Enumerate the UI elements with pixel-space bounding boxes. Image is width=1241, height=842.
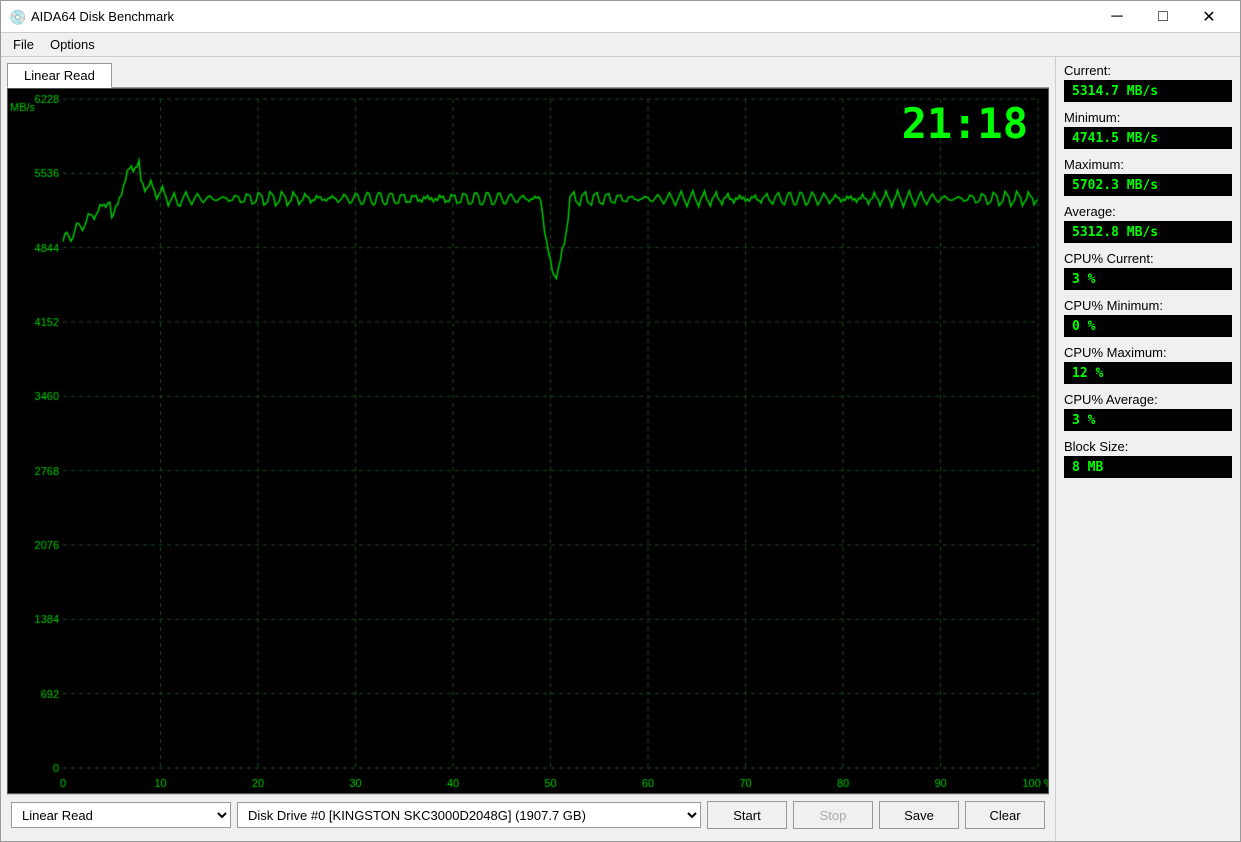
test-select[interactable]: Linear Read Random Read Linear Write Ran… xyxy=(11,802,231,828)
stat-block-size: Block Size: 8 MB xyxy=(1064,439,1232,478)
stop-button[interactable]: Stop xyxy=(793,801,873,829)
stat-minimum: Minimum: 4741.5 MB/s xyxy=(1064,110,1232,149)
menu-file[interactable]: File xyxy=(5,35,42,54)
maximize-button[interactable]: □ xyxy=(1140,1,1186,33)
content-area: Linear Read 21:18 Linear Read Random Rea… xyxy=(1,57,1240,841)
stat-average: Average: 5312.8 MB/s xyxy=(1064,204,1232,243)
menu-options[interactable]: Options xyxy=(42,35,103,54)
stat-cpu-minimum: CPU% Minimum: 0 % xyxy=(1064,298,1232,337)
menu-bar: File Options xyxy=(1,33,1240,57)
benchmark-chart xyxy=(8,89,1048,793)
chart-container: 21:18 xyxy=(7,88,1049,794)
bottom-bar: Linear Read Random Read Linear Write Ran… xyxy=(7,794,1049,835)
stat-cpu-average: CPU% Average: 3 % xyxy=(1064,392,1232,431)
title-bar: 💿 AIDA64 Disk Benchmark ─ □ ✕ xyxy=(1,1,1240,33)
clear-button[interactable]: Clear xyxy=(965,801,1045,829)
time-display: 21:18 xyxy=(902,99,1028,148)
close-button[interactable]: ✕ xyxy=(1186,1,1232,33)
stat-cpu-current: CPU% Current: 3 % xyxy=(1064,251,1232,290)
save-button[interactable]: Save xyxy=(879,801,959,829)
tab-linear-read[interactable]: Linear Read xyxy=(7,63,112,88)
stat-cpu-maximum: CPU% Maximum: 12 % xyxy=(1064,345,1232,384)
main-panel: Linear Read 21:18 Linear Read Random Rea… xyxy=(1,57,1055,841)
window-title: AIDA64 Disk Benchmark xyxy=(31,9,1094,24)
window-controls: ─ □ ✕ xyxy=(1094,1,1232,33)
stat-maximum: Maximum: 5702.3 MB/s xyxy=(1064,157,1232,196)
right-panel: Current: 5314.7 MB/s Minimum: 4741.5 MB/… xyxy=(1055,57,1240,841)
minimize-button[interactable]: ─ xyxy=(1094,1,1140,33)
start-button[interactable]: Start xyxy=(707,801,787,829)
stat-current: Current: 5314.7 MB/s xyxy=(1064,63,1232,102)
tab-bar: Linear Read xyxy=(7,63,1049,88)
main-window: 💿 AIDA64 Disk Benchmark ─ □ ✕ File Optio… xyxy=(0,0,1241,842)
disk-select[interactable]: Disk Drive #0 [KINGSTON SKC3000D2048G] (… xyxy=(237,802,701,828)
app-icon: 💿 xyxy=(9,9,25,25)
